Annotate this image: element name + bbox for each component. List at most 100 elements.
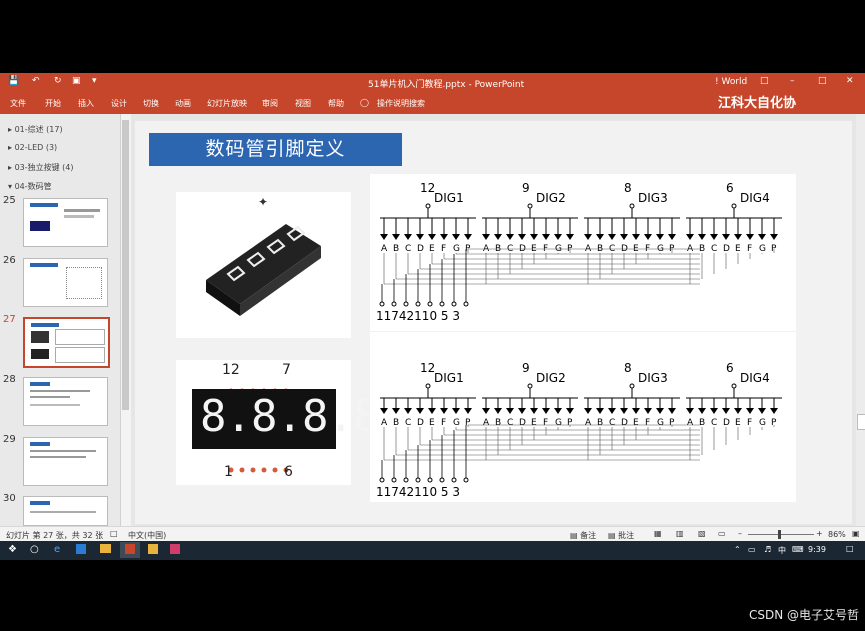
scroll-thumb[interactable] xyxy=(122,120,129,410)
led-diode-icon xyxy=(506,408,514,414)
notes-button[interactable]: ▤ 备注 xyxy=(570,530,596,541)
pin-terminal xyxy=(403,301,409,307)
save-icon[interactable]: 💾 xyxy=(8,76,19,86)
minimize-icon[interactable]: – xyxy=(790,76,795,86)
section-02[interactable]: ▸ 02-LED (3) xyxy=(8,143,57,152)
reading-view-icon[interactable]: ▧ xyxy=(698,529,706,538)
slide-title[interactable]: 数码管引脚定义 xyxy=(149,133,402,166)
section-04[interactable]: ▾ 04-数码管 xyxy=(8,181,52,192)
sorter-view-icon[interactable]: ▥ xyxy=(676,529,684,538)
lightbulb-icon: ◯ xyxy=(360,98,369,107)
spellcheck-icon[interactable]: □ xyxy=(110,529,118,538)
zoom-slider[interactable] xyxy=(748,534,814,535)
notification-icon[interactable]: □ xyxy=(846,544,854,553)
slide-thumbnail-26[interactable] xyxy=(23,258,108,307)
segment-label: F xyxy=(441,244,446,254)
language-indicator[interactable]: 中文(中国) xyxy=(128,530,166,541)
keyboard-icon[interactable]: ⌨ xyxy=(792,545,804,554)
segment-label: E xyxy=(531,418,537,428)
led-diode-icon xyxy=(668,234,676,240)
tab-design[interactable]: 设计 xyxy=(111,98,127,109)
slide-thumbnail-25[interactable] xyxy=(23,198,108,247)
file-explorer-icon[interactable] xyxy=(100,544,111,553)
account-name[interactable]: ! World xyxy=(715,77,747,87)
network-icon[interactable]: ▭ xyxy=(748,545,756,554)
tab-insert[interactable]: 插入 xyxy=(78,98,94,109)
close-icon[interactable]: ✕ xyxy=(846,76,854,86)
pin-terminal xyxy=(379,301,385,307)
clock[interactable]: 9:39 xyxy=(808,545,826,554)
section-01[interactable]: ▸ 01-综述 (17) xyxy=(8,124,63,135)
thumbnail-scrollbar[interactable] xyxy=(120,114,131,526)
app-icon[interactable] xyxy=(170,544,180,554)
segment-label: D xyxy=(417,418,424,428)
zoom-level[interactable]: 86% xyxy=(828,530,846,539)
segment-label: B xyxy=(393,418,399,428)
tell-me-search[interactable]: 操作说明搜索 xyxy=(377,98,425,109)
scroll-thumb[interactable] xyxy=(857,414,865,430)
search-icon[interactable]: ○ xyxy=(30,544,39,555)
tab-view[interactable]: 视图 xyxy=(295,98,311,109)
led-diode-icon xyxy=(722,234,730,240)
app-icon[interactable] xyxy=(76,544,86,554)
led-diode-icon xyxy=(542,408,550,414)
quick-access-more-icon[interactable]: ▾ xyxy=(92,76,97,86)
powerpoint-icon[interactable] xyxy=(125,544,135,554)
led-diode-icon xyxy=(710,234,718,240)
tab-animations[interactable]: 动画 xyxy=(175,98,191,109)
fit-slide-icon[interactable]: ▣ xyxy=(852,529,860,538)
led-diode-icon xyxy=(464,408,472,414)
segment-label: D xyxy=(417,244,424,254)
slide-thumbnail-30[interactable] xyxy=(23,496,108,526)
tab-transitions[interactable]: 切换 xyxy=(143,98,159,109)
tray-chevron-icon[interactable]: ⌃ xyxy=(734,545,741,554)
ribbon-display-icon[interactable]: □ xyxy=(760,76,769,86)
normal-view-icon[interactable]: ▦ xyxy=(654,529,662,538)
present-icon[interactable]: ▣ xyxy=(72,76,81,86)
volume-icon[interactable]: ♬ xyxy=(764,545,771,554)
segment-label: D xyxy=(723,244,730,254)
zoom-slider-handle[interactable] xyxy=(778,530,781,539)
pin-label-1: 1 xyxy=(224,464,233,480)
slide-number: 30 xyxy=(3,493,16,504)
pin-terminal xyxy=(451,301,457,307)
bottom-pin-row xyxy=(228,458,290,473)
maximize-icon[interactable]: □ xyxy=(818,76,827,86)
undo-icon[interactable]: ↶ xyxy=(32,76,40,86)
ime-indicator[interactable]: 中 xyxy=(778,545,786,556)
zoom-in-icon[interactable]: + xyxy=(816,529,823,538)
slide-thumbnail-28[interactable] xyxy=(23,377,108,426)
tab-slideshow[interactable]: 幻灯片放映 xyxy=(207,98,247,109)
redo-icon[interactable]: ↻ xyxy=(54,76,62,86)
tab-file[interactable]: 文件 xyxy=(10,98,26,109)
pin-terminal xyxy=(463,301,469,307)
section-03[interactable]: ▸ 03-独立按键 (4) xyxy=(8,162,74,173)
tab-home[interactable]: 开始 xyxy=(45,98,61,109)
pin-terminal xyxy=(403,477,409,483)
slide-thumbnail-27[interactable] xyxy=(23,317,110,368)
led-diode-icon xyxy=(710,408,718,414)
segment-label: G xyxy=(555,418,562,428)
tab-review[interactable]: 审阅 xyxy=(262,98,278,109)
comments-button[interactable]: ▤ 批注 xyxy=(608,530,634,541)
tab-help[interactable]: 帮助 xyxy=(328,98,344,109)
windows-start-icon[interactable]: ❖ xyxy=(8,544,17,555)
zoom-out-icon[interactable]: – xyxy=(738,529,742,538)
led-diode-icon xyxy=(440,234,448,240)
edge-icon[interactable]: e xyxy=(54,544,60,555)
led-diode-icon xyxy=(584,234,592,240)
segment-label: C xyxy=(405,244,411,254)
slide-thumbnail-29[interactable] xyxy=(23,437,108,486)
slide-scrollbar[interactable] xyxy=(856,114,865,526)
overlay-brand: 江科大自化协 xyxy=(718,96,797,111)
led-diode-icon xyxy=(746,408,754,414)
slideshow-view-icon[interactable]: ▭ xyxy=(718,529,726,538)
app-icon[interactable] xyxy=(148,544,158,554)
segment-label: B xyxy=(597,418,603,428)
led-diode-icon xyxy=(698,234,706,240)
led-diode-icon xyxy=(452,234,460,240)
segment-label: F xyxy=(747,244,752,254)
led-diode-icon xyxy=(554,408,562,414)
led-diode-icon xyxy=(482,234,490,240)
pin-terminal xyxy=(425,383,431,389)
